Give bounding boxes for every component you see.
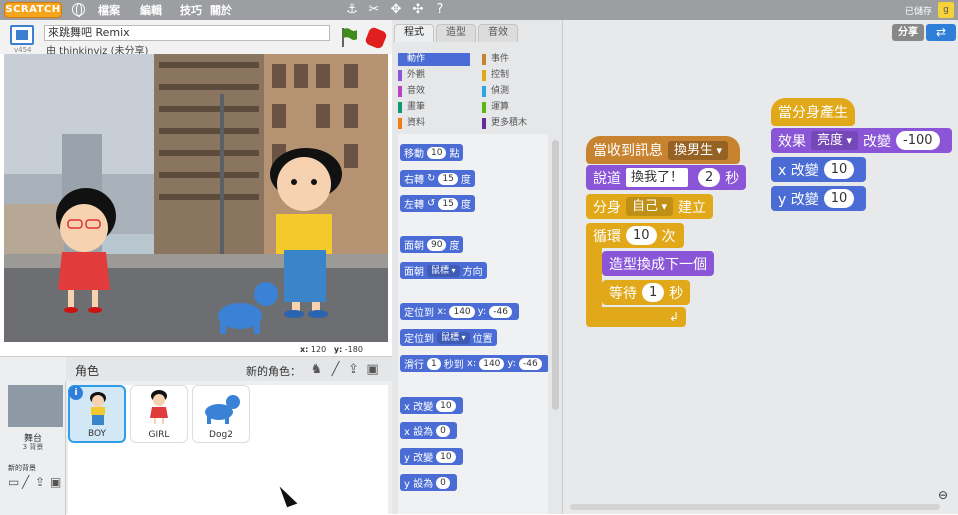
choose-backdrop-icon[interactable]: ▭: [8, 476, 20, 488]
duplicate-icon[interactable]: ⚓: [344, 2, 360, 18]
tab-sounds[interactable]: 音效: [478, 24, 518, 42]
paint-sprite-icon[interactable]: ╱: [328, 362, 343, 377]
block-palette: 移動10點 右轉↻15度 左轉↺15度 面朝90度 面朝鼠標方向 定位到 x:1…: [398, 134, 548, 514]
block-say-for-secs[interactable]: 說道 換我了！ 2 秒: [586, 165, 747, 190]
block-change-x[interactable]: x 改變 10: [400, 397, 463, 414]
category-events[interactable]: 事件: [482, 53, 554, 66]
rotate-ccw-icon: ↺: [427, 198, 436, 209]
block-when-receive[interactable]: 當收到訊息 換男生: [586, 136, 741, 164]
stage-thumbnail[interactable]: [8, 385, 63, 427]
block-goto[interactable]: 定位到鼠標位置: [400, 329, 497, 346]
category-sound[interactable]: 音效: [398, 85, 470, 98]
tab-scripts[interactable]: 程式: [394, 24, 434, 42]
block-change-effect[interactable]: 效果亮度改變-100: [771, 128, 952, 153]
category-sensing[interactable]: 偵測: [482, 85, 554, 98]
choose-sprite-icon[interactable]: ♞: [309, 362, 324, 377]
block-set-x[interactable]: x 設為 0: [400, 422, 457, 439]
block-wait[interactable]: 等待 1 秒: [602, 280, 691, 305]
stage-header: v454 來跳舞吧 Remix 由 thinkinviz (未分享): [0, 20, 392, 57]
category-operators[interactable]: 運算: [482, 101, 554, 114]
girl-thumbnail: [150, 390, 168, 424]
cut-icon[interactable]: ✂: [366, 2, 382, 18]
boy-thumbnail: [90, 392, 106, 425]
paint-backdrop-icon[interactable]: ╱: [22, 476, 34, 488]
sprite-name: Dog2: [209, 430, 233, 440]
scratch-logo[interactable]: SCRATCH: [4, 2, 62, 18]
sprite-dog2[interactable]: Dog2: [192, 385, 250, 443]
block-palette-area: 程式 造型 音效 動作 外觀 音效 畫筆 資料 事件 控制 偵測 運算 更多積木…: [392, 20, 562, 514]
sprite-list: i BOY GIRL Dog2: [68, 385, 388, 515]
category-pen[interactable]: 畫筆: [398, 101, 470, 114]
share-button[interactable]: 分享: [892, 24, 924, 41]
menu-file[interactable]: 檔案: [98, 2, 120, 18]
dog-thumbnail: [205, 395, 240, 424]
menu-bar: SCRATCH 檔案 編輯 技巧 關於 ⚓ ✂ ✥ ✣ ? 已儲存 g: [0, 0, 958, 20]
block-move-steps[interactable]: 移動 10 點: [400, 144, 464, 161]
zoom-out-icon[interactable]: ⊖: [938, 488, 952, 502]
loop-arrow-icon: ↲: [668, 310, 679, 324]
sprite-boy[interactable]: i BOY: [68, 385, 126, 443]
palette-scrollbar[interactable]: [552, 140, 559, 410]
sprite-name: BOY: [87, 429, 107, 439]
block-change-y[interactable]: y 改變 10: [400, 448, 463, 465]
category-data[interactable]: 資料: [398, 117, 470, 130]
upload-sprite-icon[interactable]: ⇪: [346, 362, 361, 377]
shrink-icon[interactable]: ✣: [410, 2, 426, 18]
green-flag-icon[interactable]: [340, 27, 358, 47]
stage-scene: [4, 54, 388, 342]
repeat-end: ↲: [586, 307, 686, 327]
category-more-blocks[interactable]: 更多積木: [482, 117, 554, 130]
backdrop-count: 3 背景: [22, 443, 44, 451]
sprite-name: GIRL: [148, 430, 170, 440]
block-goto-xy[interactable]: 定位到 x: 140 y: -46: [400, 303, 519, 320]
sprite-girl[interactable]: GIRL: [130, 385, 188, 443]
stop-icon[interactable]: [364, 26, 388, 50]
save-status: 已儲存: [904, 7, 932, 17]
sprite-pane: 角色 新的角色： ♞ ╱ ⇪ ▣ 舞台 3 背景 新的背景 ▭ ╱ ⇪ ▣ i …: [0, 356, 392, 515]
block-change-x-by[interactable]: x 改變 10: [771, 157, 867, 182]
script-scrollbar[interactable]: [570, 504, 940, 510]
block-change-y-by[interactable]: y 改變 10: [771, 186, 867, 211]
version-label: v454: [14, 46, 32, 54]
stage[interactable]: [4, 54, 388, 342]
grow-icon[interactable]: ✥: [388, 2, 404, 18]
sprite-pane-title: 角色: [75, 364, 100, 378]
project-title-input[interactable]: 來跳舞吧 Remix: [44, 25, 330, 41]
menu-edit[interactable]: 編輯: [140, 2, 162, 18]
block-turn-left[interactable]: 左轉 ↺ 15 度: [400, 195, 475, 212]
remix-icon[interactable]: ⇄: [926, 24, 956, 41]
category-motion[interactable]: 動作: [398, 53, 470, 66]
rotate-cw-icon: ↻: [427, 173, 436, 184]
block-point-in-direction[interactable]: 面朝 90 度: [400, 236, 464, 253]
block-when-clone-start[interactable]: 當分身產生: [771, 98, 855, 126]
stage-thumbnail-box[interactable]: 舞台 3 背景 新的背景 ▭ ╱ ⇪ ▣: [0, 381, 66, 515]
category-list: 動作 外觀 音效 畫筆 資料 事件 控制 偵測 運算 更多積木: [398, 49, 556, 131]
info-icon[interactable]: i: [69, 386, 83, 400]
camera-backdrop-icon[interactable]: ▣: [50, 476, 62, 488]
user-avatar[interactable]: g: [938, 2, 954, 18]
menu-tips[interactable]: 技巧: [180, 2, 202, 18]
tab-costumes[interactable]: 造型: [436, 24, 476, 42]
globe-icon[interactable]: [72, 3, 85, 17]
block-glide[interactable]: 滑行 1 秒到 x: 140 y: -46: [400, 355, 548, 372]
category-control[interactable]: 控制: [482, 69, 554, 82]
block-set-y[interactable]: y 設為 0: [400, 474, 457, 491]
new-backdrop-label: 新的背景: [8, 464, 36, 472]
sprite-pane-header: 角色 新的角色： ♞ ╱ ⇪ ▣: [66, 357, 392, 381]
block-turn-right[interactable]: 右轉 ↻ 15 度: [400, 170, 475, 187]
category-looks[interactable]: 外觀: [398, 69, 470, 82]
repeat-arm: [586, 245, 602, 309]
block-point-towards[interactable]: 面朝鼠標方向: [400, 262, 487, 279]
new-sprite-label: 新的角色：: [246, 365, 301, 378]
menu-about[interactable]: 關於: [210, 2, 232, 18]
block-create-clone[interactable]: 分身自己建立: [586, 194, 714, 219]
block-next-costume[interactable]: 造型換成下一個: [602, 251, 714, 276]
upload-backdrop-icon[interactable]: ⇪: [35, 476, 47, 488]
camera-sprite-icon[interactable]: ▣: [365, 362, 380, 377]
fullscreen-icon[interactable]: [10, 25, 34, 45]
help-icon[interactable]: ?: [432, 2, 448, 18]
mouse-coordinates: x: 120 y: -180: [300, 345, 363, 354]
